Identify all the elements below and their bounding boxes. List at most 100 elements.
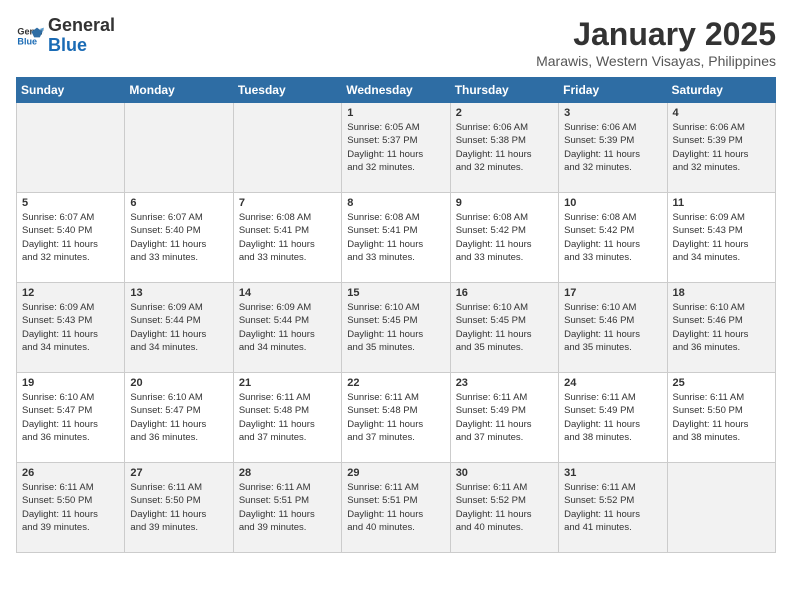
day-info: Sunrise: 6:09 AM Sunset: 5:44 PM Dayligh…: [239, 301, 336, 354]
day-info: Sunrise: 6:09 AM Sunset: 5:43 PM Dayligh…: [673, 211, 770, 264]
calendar-cell: 26 Sunrise: 6:11 AM Sunset: 5:50 PM Dayli…: [17, 463, 125, 553]
day-info: Sunrise: 6:11 AM Sunset: 5:50 PM Dayligh…: [22, 481, 119, 534]
day-info: Sunrise: 6:06 AM Sunset: 5:39 PM Dayligh…: [673, 121, 770, 174]
day-number: 3: [564, 107, 661, 119]
day-number: 29: [347, 467, 444, 479]
day-number: 8: [347, 197, 444, 209]
logo-icon: General Blue: [16, 22, 44, 50]
calendar-cell: 1 Sunrise: 6:05 AM Sunset: 5:37 PM Daylig…: [342, 103, 450, 193]
calendar-cell: 30Sunrise: 6:11 AM Sunset: 5:52 PM Dayli…: [450, 463, 558, 553]
calendar-cell: 13 Sunrise: 6:09 AM Sunset: 5:44 PM Dayli…: [125, 283, 233, 373]
day-info: Sunrise: 6:10 AM Sunset: 5:45 PM Dayligh…: [347, 301, 444, 354]
day-info: Sunrise: 6:11 AM Sunset: 5:48 PM Dayligh…: [239, 391, 336, 444]
calendar-cell: 16 Sunrise: 6:10 AM Sunset: 5:45 PM Dayli…: [450, 283, 558, 373]
day-info: Sunrise: 6:10 AM Sunset: 5:46 PM Dayligh…: [564, 301, 661, 354]
calendar-table: SundayMondayTuesdayWednesdayThursdayFrid…: [16, 77, 776, 553]
calendar-cell: 23 Sunrise: 6:11 AM Sunset: 5:49 PM Dayli…: [450, 373, 558, 463]
calendar-cell: 12 Sunrise: 6:09 AM Sunset: 5:43 PM Dayli…: [17, 283, 125, 373]
weekday-header-thursday: Thursday: [450, 78, 558, 103]
day-number: 13: [130, 287, 227, 299]
day-number: 2: [456, 107, 553, 119]
day-info: Sunrise: 6:05 AM Sunset: 5:37 PM Dayligh…: [347, 121, 444, 174]
day-number: 7: [239, 197, 336, 209]
calendar-cell: [667, 463, 775, 553]
calendar-cell: 2 Sunrise: 6:06 AM Sunset: 5:38 PM Daylig…: [450, 103, 558, 193]
day-info: Sunrise: 6:08 AM Sunset: 5:42 PM Dayligh…: [564, 211, 661, 264]
day-number: 9: [456, 197, 553, 209]
weekday-header-tuesday: Tuesday: [233, 78, 341, 103]
day-info: Sunrise: 6:11 AM Sunset: 5:49 PM Dayligh…: [564, 391, 661, 444]
calendar-cell: [125, 103, 233, 193]
day-info: Sunrise: 6:06 AM Sunset: 5:38 PM Dayligh…: [456, 121, 553, 174]
calendar-title: January 2025: [536, 16, 776, 53]
calendar-cell: 11Sunrise: 6:09 AM Sunset: 5:43 PM Dayli…: [667, 193, 775, 283]
calendar-cell: 29Sunrise: 6:11 AM Sunset: 5:51 PM Dayli…: [342, 463, 450, 553]
day-number: 16: [456, 287, 553, 299]
day-info: Sunrise: 6:09 AM Sunset: 5:43 PM Dayligh…: [22, 301, 119, 354]
day-info: Sunrise: 6:11 AM Sunset: 5:52 PM Dayligh…: [456, 481, 553, 534]
calendar-week-row: 5 Sunrise: 6:07 AM Sunset: 5:40 PM Daylig…: [17, 193, 776, 283]
calendar-cell: 31Sunrise: 6:11 AM Sunset: 5:52 PM Dayli…: [559, 463, 667, 553]
day-number: 1: [347, 107, 444, 119]
weekday-header-wednesday: Wednesday: [342, 78, 450, 103]
calendar-cell: 24Sunrise: 6:11 AM Sunset: 5:49 PM Dayli…: [559, 373, 667, 463]
calendar-cell: 5 Sunrise: 6:07 AM Sunset: 5:40 PM Daylig…: [17, 193, 125, 283]
day-number: 18: [673, 287, 770, 299]
day-info: Sunrise: 6:06 AM Sunset: 5:39 PM Dayligh…: [564, 121, 661, 174]
logo: General Blue General Blue: [16, 16, 115, 56]
calendar-header: SundayMondayTuesdayWednesdayThursdayFrid…: [17, 78, 776, 103]
day-info: Sunrise: 6:11 AM Sunset: 5:50 PM Dayligh…: [130, 481, 227, 534]
day-number: 23: [456, 377, 553, 389]
weekday-header-monday: Monday: [125, 78, 233, 103]
calendar-cell: 28 Sunrise: 6:11 AM Sunset: 5:51 PM Dayli…: [233, 463, 341, 553]
day-info: Sunrise: 6:09 AM Sunset: 5:44 PM Dayligh…: [130, 301, 227, 354]
calendar-cell: 22Sunrise: 6:11 AM Sunset: 5:48 PM Dayli…: [342, 373, 450, 463]
title-block: January 2025 Marawis, Western Visayas, P…: [536, 16, 776, 69]
logo-text: General Blue: [48, 16, 115, 56]
day-number: 19: [22, 377, 119, 389]
calendar-cell: 14 Sunrise: 6:09 AM Sunset: 5:44 PM Dayli…: [233, 283, 341, 373]
weekday-header-friday: Friday: [559, 78, 667, 103]
calendar-cell: 3 Sunrise: 6:06 AM Sunset: 5:39 PM Daylig…: [559, 103, 667, 193]
day-number: 31: [564, 467, 661, 479]
calendar-cell: 17 Sunrise: 6:10 AM Sunset: 5:46 PM Dayli…: [559, 283, 667, 373]
calendar-cell: 20 Sunrise: 6:10 AM Sunset: 5:47 PM Dayli…: [125, 373, 233, 463]
day-number: 12: [22, 287, 119, 299]
day-info: Sunrise: 6:11 AM Sunset: 5:50 PM Dayligh…: [673, 391, 770, 444]
day-info: Sunrise: 6:11 AM Sunset: 5:51 PM Dayligh…: [239, 481, 336, 534]
day-info: Sunrise: 6:10 AM Sunset: 5:47 PM Dayligh…: [130, 391, 227, 444]
calendar-cell: 15Sunrise: 6:10 AM Sunset: 5:45 PM Dayli…: [342, 283, 450, 373]
day-number: 6: [130, 197, 227, 209]
day-info: Sunrise: 6:07 AM Sunset: 5:40 PM Dayligh…: [22, 211, 119, 264]
day-info: Sunrise: 6:07 AM Sunset: 5:40 PM Dayligh…: [130, 211, 227, 264]
calendar-week-row: 1 Sunrise: 6:05 AM Sunset: 5:37 PM Daylig…: [17, 103, 776, 193]
weekday-header-sunday: Sunday: [17, 78, 125, 103]
calendar-week-row: 19 Sunrise: 6:10 AM Sunset: 5:47 PM Dayli…: [17, 373, 776, 463]
day-number: 17: [564, 287, 661, 299]
calendar-cell: 25 Sunrise: 6:11 AM Sunset: 5:50 PM Dayli…: [667, 373, 775, 463]
day-number: 27: [130, 467, 227, 479]
day-number: 25: [673, 377, 770, 389]
calendar-cell: 6 Sunrise: 6:07 AM Sunset: 5:40 PM Daylig…: [125, 193, 233, 283]
day-number: 28: [239, 467, 336, 479]
calendar-cell: 21 Sunrise: 6:11 AM Sunset: 5:48 PM Dayli…: [233, 373, 341, 463]
calendar-cell: 27 Sunrise: 6:11 AM Sunset: 5:50 PM Dayli…: [125, 463, 233, 553]
day-info: Sunrise: 6:11 AM Sunset: 5:49 PM Dayligh…: [456, 391, 553, 444]
day-info: Sunrise: 6:10 AM Sunset: 5:45 PM Dayligh…: [456, 301, 553, 354]
calendar-cell: [233, 103, 341, 193]
page-header: General Blue General Blue January 2025 M…: [16, 16, 776, 69]
day-number: 26: [22, 467, 119, 479]
calendar-cell: 19 Sunrise: 6:10 AM Sunset: 5:47 PM Dayli…: [17, 373, 125, 463]
day-number: 10: [564, 197, 661, 209]
calendar-cell: 8Sunrise: 6:08 AM Sunset: 5:41 PM Daylig…: [342, 193, 450, 283]
day-number: 5: [22, 197, 119, 209]
day-info: Sunrise: 6:11 AM Sunset: 5:48 PM Dayligh…: [347, 391, 444, 444]
calendar-week-row: 12 Sunrise: 6:09 AM Sunset: 5:43 PM Dayli…: [17, 283, 776, 373]
calendar-cell: 4Sunrise: 6:06 AM Sunset: 5:39 PM Daylig…: [667, 103, 775, 193]
calendar-cell: 18Sunrise: 6:10 AM Sunset: 5:46 PM Dayli…: [667, 283, 775, 373]
day-number: 21: [239, 377, 336, 389]
day-number: 20: [130, 377, 227, 389]
day-number: 14: [239, 287, 336, 299]
day-info: Sunrise: 6:10 AM Sunset: 5:47 PM Dayligh…: [22, 391, 119, 444]
calendar-cell: 7Sunrise: 6:08 AM Sunset: 5:41 PM Daylig…: [233, 193, 341, 283]
